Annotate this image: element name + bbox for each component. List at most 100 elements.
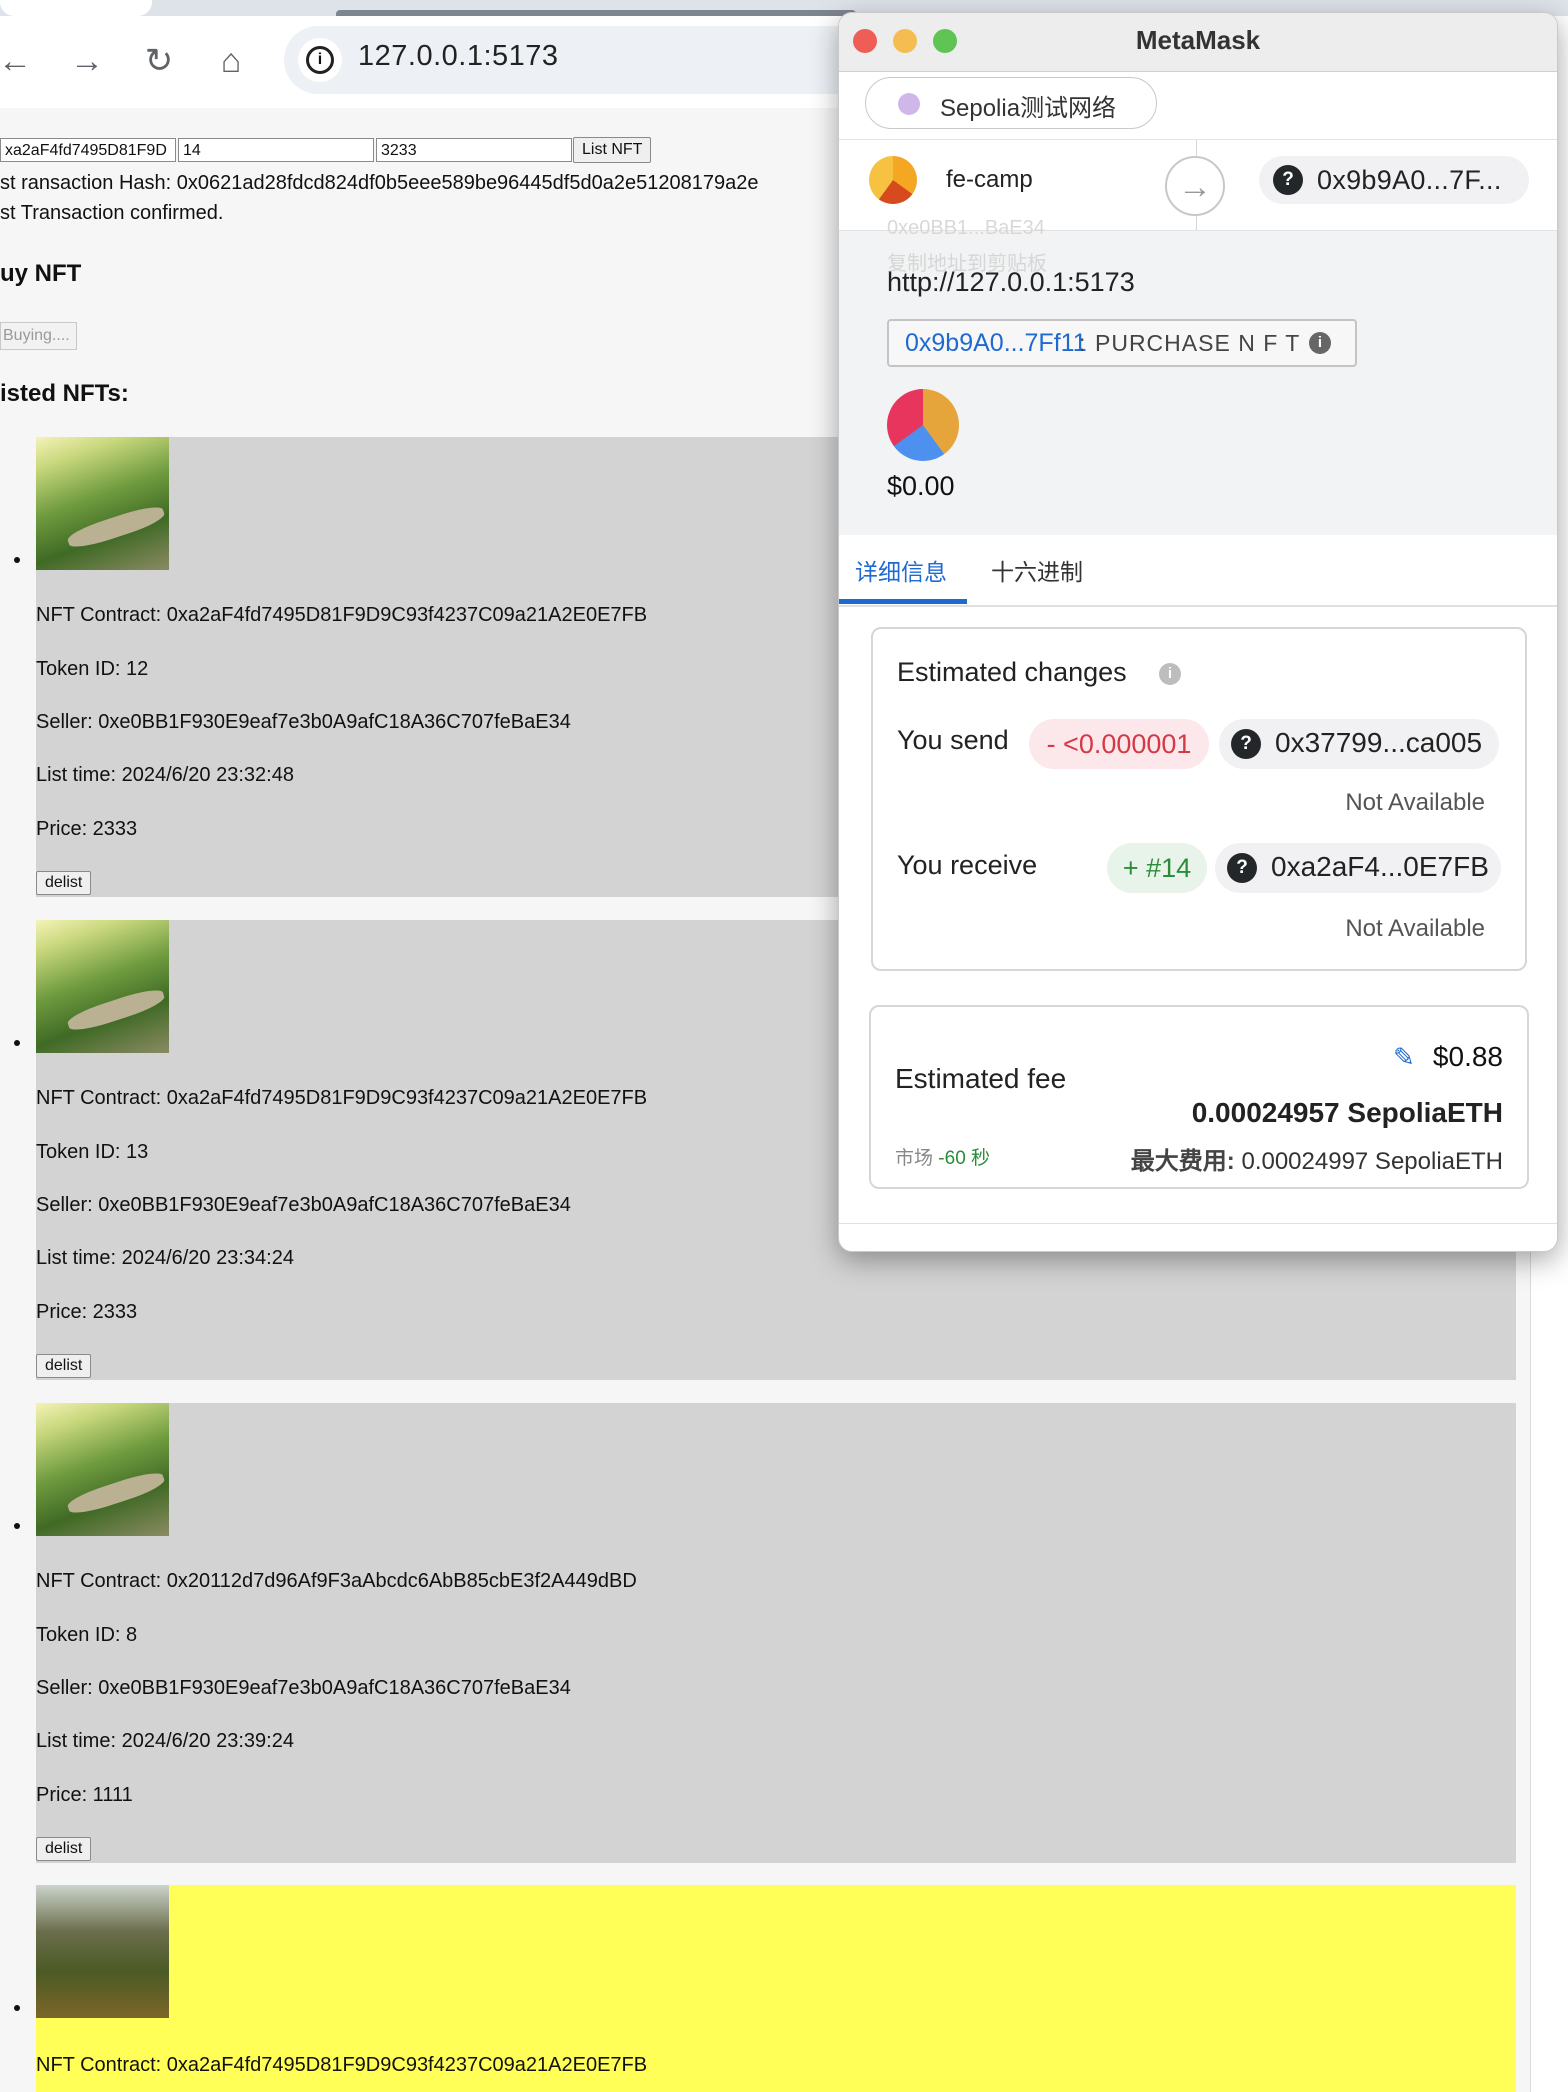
list-tx-hash: st ransaction Hash: 0x0621ad28fdcd824df0… <box>0 172 759 194</box>
fee-market: 市场 -60 秒 <box>895 1143 990 1170</box>
divider <box>1196 216 1197 230</box>
nft-contract: NFT Contract: 0xa2aF4fd7495D81F9D9C93f42… <box>36 1087 648 1109</box>
fee-market-time: -60 秒 <box>938 1148 991 1169</box>
nft-contract: NFT Contract: 0xa2aF4fd7495D81F9D9C93f42… <box>36 604 648 626</box>
info-icon[interactable]: i <box>1309 332 1331 354</box>
contract-method-box: 0x9b9A0...7Ff11 : PURCHASE N F T i <box>887 319 1357 367</box>
back-arrow-icon[interactable]: ← <box>0 40 36 82</box>
receive-token-address: 0xa2aF4...0E7FB <box>1271 851 1489 882</box>
divider <box>1196 140 1197 156</box>
nft-price: Price: 2333 <box>36 818 138 840</box>
nft-token-id: Token ID: 8 <box>36 1624 138 1646</box>
network-dot-icon <box>898 93 920 115</box>
receive-amount: + #14 <box>1107 843 1207 893</box>
question-icon: ? <box>1227 853 1257 883</box>
forward-arrow-icon[interactable]: → <box>66 40 108 82</box>
nft-seller: Seller: 0xe0BB1F930E9eaf7e3b0A9afC18A36C… <box>36 1677 571 1699</box>
tab-active-indicator <box>839 599 967 604</box>
nft-image <box>36 1885 169 2018</box>
estimated-fee-label: Estimated fee <box>895 1063 1067 1094</box>
active-tab[interactable] <box>0 0 152 16</box>
home-icon[interactable]: ⌂ <box>210 40 252 82</box>
send-token-address: 0x37799...ca005 <box>1275 727 1483 758</box>
account-name[interactable]: fe-camp <box>946 166 1033 194</box>
buying-button[interactable]: Buying.... <box>0 322 77 350</box>
list-bullet <box>14 1523 20 1529</box>
listed-nfts-heading: isted NFTs: <box>0 380 129 407</box>
nft-seller: Seller: 0xe0BB1F930E9eaf7e3b0A9afC18A36C… <box>36 1194 571 1216</box>
nft-card-highlighted: NFT Contract: 0xa2aF4fd7495D81F9D9C93f42… <box>14 1885 1516 2092</box>
buy-nft-heading: uy NFT <box>0 260 82 287</box>
estimated-fee-box: Estimated fee ✎ $0.88 0.00024957 Sepolia… <box>869 1005 1529 1189</box>
metamask-titlebar: MetaMask <box>839 13 1557 72</box>
nft-list-time: List time: 2024/6/20 23:32:48 <box>36 764 294 786</box>
receive-fiat-note: Not Available <box>1345 915 1485 942</box>
receive-token-pill[interactable]: ? 0xa2aF4...0E7FB <box>1215 843 1501 893</box>
network-name: Sepolia测试网络 <box>940 95 1117 122</box>
nft-token-id: Token ID: 13 <box>36 1141 149 1163</box>
divider <box>839 1223 1557 1224</box>
nft-image <box>36 920 169 1053</box>
list-nft-button[interactable]: List NFT <box>573 137 652 163</box>
delist-button[interactable]: delist <box>36 1354 92 1378</box>
method-name: PURCHASE N F T <box>1095 330 1301 356</box>
tooltip-ghost-address: 0xe0BB1...BaE34 <box>887 217 1045 239</box>
account-avatar <box>869 156 917 204</box>
fee-usd: $0.88 <box>1432 1041 1503 1072</box>
edit-pencil-icon[interactable]: ✎ <box>1393 1044 1417 1070</box>
list-bullet <box>14 1040 20 1046</box>
method-separator: : <box>1079 330 1087 356</box>
token-icon <box>887 389 959 461</box>
nft-card: NFT Contract: 0x20112d7d96Af9F3aAbcdc6Ab… <box>14 1403 1516 1863</box>
fee-max-value: 0.00024997 SepoliaETH <box>1241 1148 1503 1175</box>
reload-icon[interactable]: ↻ <box>138 40 180 82</box>
url-text[interactable]: 127.0.0.1:5173 <box>358 40 559 73</box>
arrow-right-icon: → <box>1165 156 1225 216</box>
list-tx-status: st Transaction confirmed. <box>0 202 224 224</box>
recipient-pill[interactable]: ? 0x9b9A0...7F... <box>1259 156 1529 204</box>
nft-list-time: List time: 2024/6/20 23:39:24 <box>36 1730 294 1752</box>
send-fiat-note: Not Available <box>1345 789 1485 816</box>
fee-max: 最大费用: 0.00024997 SepoliaETH <box>1131 1141 1503 1176</box>
send-token-pill[interactable]: ? 0x37799...ca005 <box>1219 719 1499 769</box>
nft-price: Price: 2333 <box>36 1301 138 1323</box>
nft-price: Price: 1111 <box>36 1784 133 1806</box>
fee-eth: 0.00024957 SepoliaETH <box>1191 1097 1503 1128</box>
price-input[interactable]: 3233 <box>376 138 572 162</box>
nft-token-id: Token ID: 12 <box>36 658 149 680</box>
fee-market-label: 市场 <box>895 1148 934 1169</box>
nft-image <box>36 437 169 570</box>
origin-section: 0xe0BB1...BaE34 复制地址到剪贴板 http://127.0.0.… <box>839 217 1557 535</box>
site-info-icon[interactable]: i <box>298 38 342 82</box>
nft-seller: Seller: 0xe0BB1F930E9eaf7e3b0A9afC18A36C… <box>36 711 571 733</box>
nft-contract-input[interactable]: xa2aF4fd7495D81F9D <box>0 138 176 162</box>
delist-button[interactable]: delist <box>36 871 92 895</box>
estimated-changes-box: Estimated changes i You send - <0.000001… <box>871 627 1527 971</box>
nft-list-time: List time: 2024/6/20 23:34:24 <box>36 1247 294 1269</box>
network-selector[interactable]: Sepolia测试网络 <box>865 77 1157 129</box>
metamask-popup: MetaMask Sepolia测试网络 fe-camp → ? 0x9b9A0… <box>838 12 1558 1252</box>
nft-contract: NFT Contract: 0xa2aF4fd7495D81F9D9C93f42… <box>36 2054 648 2076</box>
you-receive-label: You receive <box>897 850 1038 880</box>
delist-button[interactable]: delist <box>36 1837 92 1861</box>
question-icon: ? <box>1231 729 1261 759</box>
nft-contract: NFT Contract: 0x20112d7d96Af9F3aAbcdc6Ab… <box>36 1570 637 1592</box>
value-usd: $0.00 <box>887 471 955 501</box>
tab-hex[interactable]: 十六进制 <box>991 553 1083 587</box>
send-amount: - <0.000001 <box>1029 719 1209 769</box>
list-bullet <box>14 2005 20 2011</box>
nft-image <box>36 1403 169 1536</box>
question-icon: ? <box>1273 165 1303 195</box>
token-id-input[interactable]: 14 <box>178 138 374 162</box>
fee-max-label: 最大费用: <box>1130 1148 1235 1175</box>
you-send-label: You send <box>897 725 1009 755</box>
site-origin: http://127.0.0.1:5173 <box>887 267 1135 297</box>
tab-details[interactable]: 详细信息 <box>855 553 947 587</box>
metamask-title: MetaMask <box>1135 25 1261 55</box>
estimated-changes-title: Estimated changes <box>897 657 1127 687</box>
detail-tabs: 详细信息 十六进制 <box>839 535 1557 607</box>
recipient-address: 0x9b9A0...7F... <box>1317 165 1502 195</box>
list-bullet <box>14 557 20 563</box>
info-icon[interactable]: i <box>1159 663 1181 685</box>
contract-address-link[interactable]: 0x9b9A0...7Ff11 <box>905 329 1087 358</box>
